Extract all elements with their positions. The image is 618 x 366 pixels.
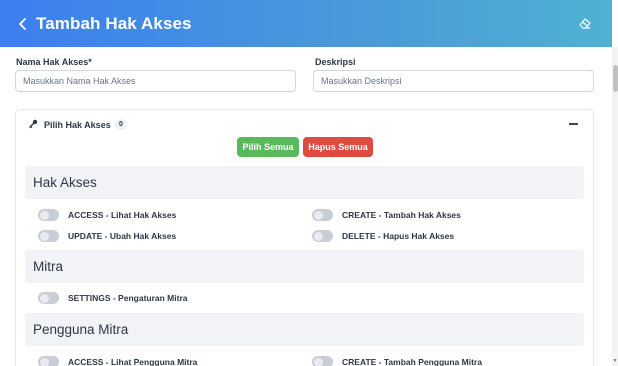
toggle-switch[interactable] (312, 230, 333, 242)
clear-all-button[interactable]: Hapus Semua (303, 137, 373, 157)
section-header-mitra: Mitra (25, 250, 584, 283)
back-button[interactable] (15, 16, 31, 32)
name-input[interactable] (15, 70, 296, 92)
permissions-card-header: Pilih Hak Akses 0 (16, 110, 593, 138)
scrollbar-thumb[interactable] (612, 65, 618, 92)
permission-label: UPDATE - Ubah Hak Akses (68, 231, 177, 241)
select-all-button[interactable]: Pilih Semua (237, 137, 299, 157)
permission-toggle-create-hak-akses[interactable]: CREATE - Tambah Hak Akses (312, 208, 461, 222)
name-field-label: Nama Hak Akses* (16, 57, 92, 67)
toggle-switch[interactable] (38, 230, 59, 242)
permission-label: CREATE - Tambah Pengguna Mitra (342, 357, 482, 366)
permission-toggle-access-pengguna-mitra[interactable]: ACCESS - Lihat Pengguna Mitra (38, 355, 197, 366)
toggle-switch[interactable] (312, 209, 333, 221)
permission-toggle-access-hak-akses[interactable]: ACCESS - Lihat Hak Akses (38, 208, 176, 222)
clear-form-button[interactable] (578, 16, 592, 30)
section-title: Pengguna Mitra (33, 322, 129, 337)
page-header: Tambah Hak Akses (0, 0, 612, 47)
toggle-switch[interactable] (38, 209, 59, 221)
permission-label: DELETE - Hapus Hak Akses (342, 231, 455, 241)
permission-toggle-update-hak-akses[interactable]: UPDATE - Ubah Hak Akses (38, 229, 176, 243)
permission-label: CREATE - Tambah Hak Akses (342, 210, 461, 220)
toggle-switch[interactable] (312, 356, 333, 366)
permission-label: ACCESS - Lihat Pengguna Mitra (68, 357, 198, 366)
permission-toggle-settings-mitra[interactable]: SETTINGS - Pengaturan Mitra (38, 291, 188, 305)
page-title: Tambah Hak Akses (36, 13, 192, 33)
section-header-hak-akses: Hak Akses (25, 166, 584, 199)
chevron-left-icon (19, 17, 26, 30)
key-icon (29, 119, 38, 129)
section-title: Hak Akses (33, 175, 97, 190)
description-input[interactable] (313, 70, 594, 92)
eraser-icon (579, 18, 591, 29)
permission-toggle-delete-hak-akses[interactable]: DELETE - Hapus Hak Akses (312, 229, 454, 243)
permissions-card: Pilih Hak Akses 0 Pilih Semua Hapus Semu… (15, 109, 594, 366)
description-field-label: Deskripsi (315, 57, 356, 67)
section-header-pengguna-mitra: Pengguna Mitra (25, 313, 584, 346)
permission-label: ACCESS - Lihat Hak Akses (68, 210, 177, 220)
scroll-down-arrow-icon[interactable]: ▼ (612, 358, 618, 364)
permissions-card-title: Pilih Hak Akses (44, 120, 111, 130)
collapse-button[interactable] (569, 123, 578, 125)
scrollbar-track[interactable] (612, 47, 618, 366)
section-title: Mitra (33, 259, 63, 274)
permission-label: SETTINGS - Pengaturan Mitra (68, 293, 188, 303)
toggle-switch[interactable] (38, 292, 59, 304)
permission-toggle-create-pengguna-mitra[interactable]: CREATE - Tambah Pengguna Mitra (312, 355, 482, 366)
toggle-switch[interactable] (38, 356, 59, 366)
selected-count-badge: 0 (115, 119, 127, 130)
